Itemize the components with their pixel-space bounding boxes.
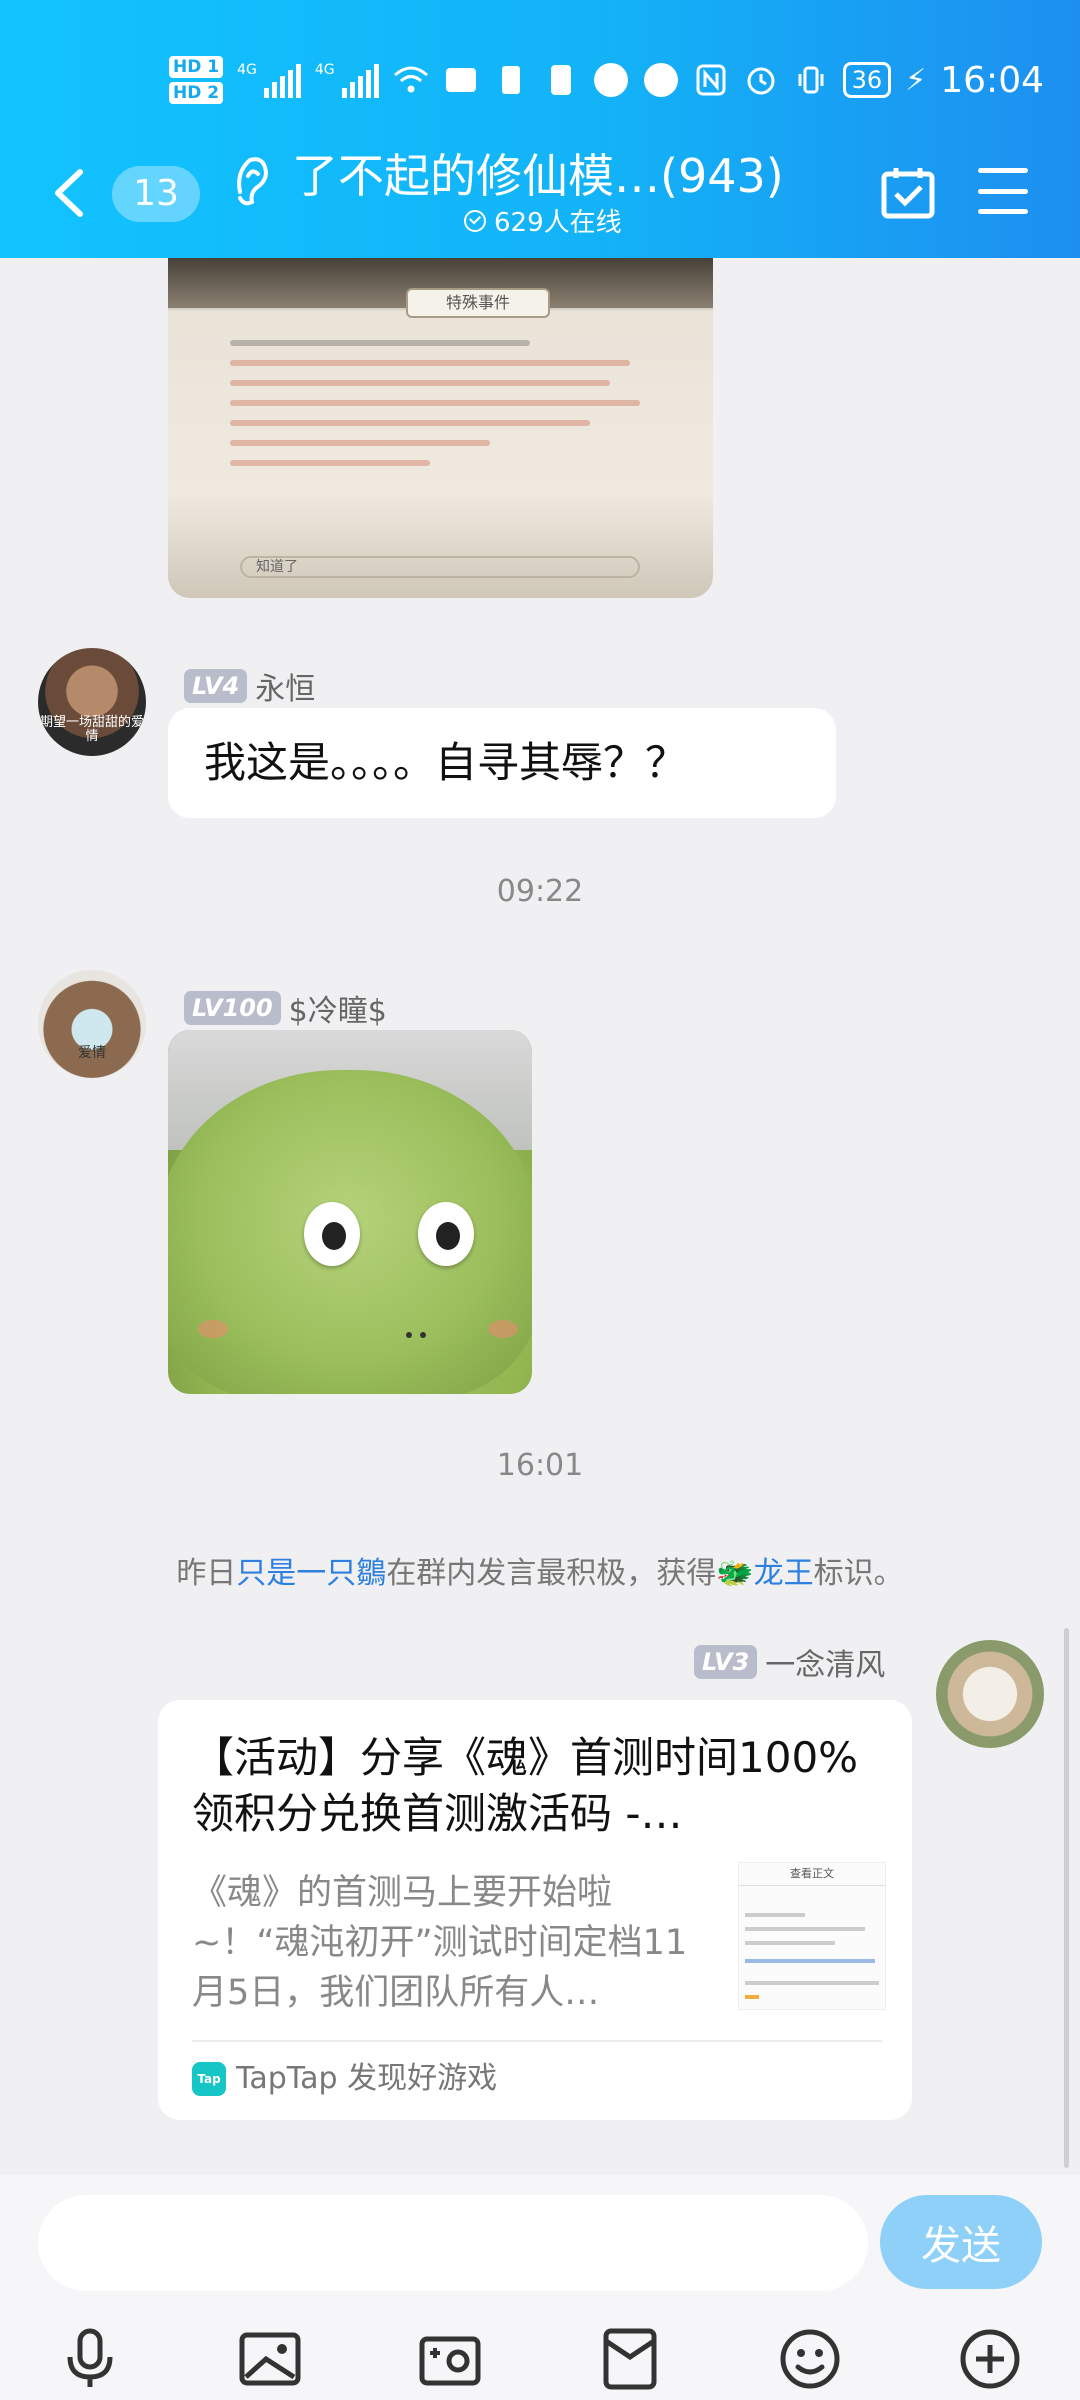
nfc-icon <box>693 62 729 98</box>
wifi-icon <box>393 62 429 98</box>
photo-dialog-title: 特殊事件 <box>406 288 550 318</box>
sender-row: LV3 一念清风 <box>694 1640 885 1684</box>
battery-icon: 36 <box>842 62 892 98</box>
clock: 16:04 <box>940 59 1044 101</box>
ear-mode-icon[interactable] <box>230 152 270 206</box>
menu-icon[interactable] <box>978 168 1028 214</box>
message-list[interactable]: 特殊事件 知道了 期望一场甜甜的爱情 LV4 永恒 我这是。。。。自寻其辱？？ … <box>0 258 1080 2175</box>
avatar-caption: 期望一场甜甜的爱情 <box>39 715 144 744</box>
notification-alert-icon <box>543 62 579 98</box>
thumbnail-title: 查看正文 <box>739 1863 885 1886</box>
chat-header: HD 1 HD 2 4G 4G 36 ⚡ 16:04 13 了不起的修仙模…(9… <box>0 0 1080 258</box>
avatar-caption: 爱情 <box>78 1045 106 1061</box>
emoji-icon[interactable] <box>778 2327 842 2391</box>
dragon-icon: 🐲 <box>716 1556 754 1591</box>
card-title: 【活动】分享《魂》首测时间100%领积分兑换首测激活码 -… <box>192 1733 859 1838</box>
sender-name[interactable]: $冷瞳$ <box>289 986 387 1030</box>
network-type-1: 4G <box>237 62 257 78</box>
timestamp: 16:01 <box>496 1448 584 1483</box>
card-thumbnail: 查看正文 <box>738 1862 886 2010</box>
charging-icon: ⚡ <box>905 62 927 98</box>
camera-icon[interactable] <box>418 2327 482 2391</box>
photo-ok-button-text: 知道了 <box>240 556 640 578</box>
hd2-label: HD 2 <box>169 82 224 104</box>
avatar[interactable] <box>936 1640 1044 1748</box>
online-status[interactable]: 629人在线 <box>464 202 622 239</box>
message-input[interactable] <box>38 2195 868 2291</box>
calendar-check-icon[interactable] <box>880 164 936 220</box>
signal-icon-1: 4G <box>237 62 301 98</box>
image-icon[interactable] <box>238 2327 302 2391</box>
send-button[interactable]: 发送 <box>880 2195 1042 2289</box>
hd-indicators: HD 1 HD 2 <box>169 56 224 104</box>
microphone-icon[interactable] <box>58 2327 122 2391</box>
group-title[interactable]: 了不起的修仙模…(943) <box>292 140 852 206</box>
notification-sim-icon <box>493 62 529 98</box>
red-packet-icon[interactable] <box>598 2327 662 2391</box>
notification-app-icon <box>443 62 479 98</box>
system-middle: 在群内发言最积极，获得 <box>386 1556 717 1591</box>
system-prefix: 昨日 <box>176 1556 237 1591</box>
sender-name[interactable]: 一念清风 <box>765 1640 885 1684</box>
hd1-label: HD 1 <box>169 56 224 78</box>
system-title-link[interactable]: 龙王 <box>754 1556 814 1591</box>
sender-name[interactable]: 永恒 <box>255 664 315 708</box>
vibrate-icon <box>793 62 829 98</box>
notification-browser-icon <box>593 62 629 98</box>
notification-hand-icon <box>643 62 679 98</box>
avatar[interactable]: 期望一场甜甜的爱情 <box>38 648 146 756</box>
avatar[interactable]: 爱情 <box>38 970 146 1078</box>
screenshot-image-message[interactable]: 特殊事件 知道了 <box>168 258 713 598</box>
unread-count-badge[interactable]: 13 <box>112 166 200 222</box>
online-count: 629人在线 <box>494 208 622 238</box>
composer-toolbar <box>0 2315 1080 2395</box>
text-message-bubble[interactable]: 我这是。。。。自寻其辱？？ <box>168 708 836 818</box>
system-user-link[interactable]: 只是一只鶵 <box>236 1556 386 1591</box>
status-bar: HD 1 HD 2 4G 4G 36 ⚡ 16:04 <box>0 40 1080 120</box>
nav-bar: 13 了不起的修仙模…(943) 629人在线 <box>0 140 1080 240</box>
online-check-icon <box>464 209 486 232</box>
alarm-icon <box>743 62 779 98</box>
network-type-2: 4G <box>314 62 335 78</box>
composer-bar: 发送 <box>0 2175 1080 2400</box>
plus-icon[interactable] <box>958 2327 1022 2391</box>
card-source-label: TapTap 发现好游戏 <box>236 2061 498 2096</box>
taptap-logo-icon: Tap <box>192 2062 226 2096</box>
card-source: Tap TapTap 发现好游戏 <box>192 2054 497 2104</box>
card-description: 《魂》的首测马上要开始啦~！“魂沌初开”测试时间定档11月5日，我们团队所有人… <box>192 1873 688 2013</box>
level-badge: LV3 <box>694 1645 758 1679</box>
link-share-card[interactable]: 【活动】分享《魂》首测时间100%领积分兑换首测激活码 -… 《魂》的首测马上要… <box>158 1700 912 2120</box>
scrollbar[interactable] <box>1064 1628 1069 2168</box>
sender-row: LV100 $冷瞳$ <box>184 986 387 1030</box>
frog-sticker-image[interactable] <box>168 1030 532 1394</box>
system-notice: 昨日只是一只鶵在群内发言最积极，获得🐲龙王标识。 <box>0 1548 1080 1592</box>
timestamp: 09:22 <box>496 874 584 909</box>
sender-row: LV4 永恒 <box>184 664 315 708</box>
system-suffix: 标识。 <box>813 1556 904 1591</box>
level-badge: LV100 <box>184 991 281 1025</box>
back-button[interactable] <box>50 168 90 218</box>
signal-icon-2: 4G <box>315 62 379 98</box>
level-badge: LV4 <box>184 669 248 703</box>
